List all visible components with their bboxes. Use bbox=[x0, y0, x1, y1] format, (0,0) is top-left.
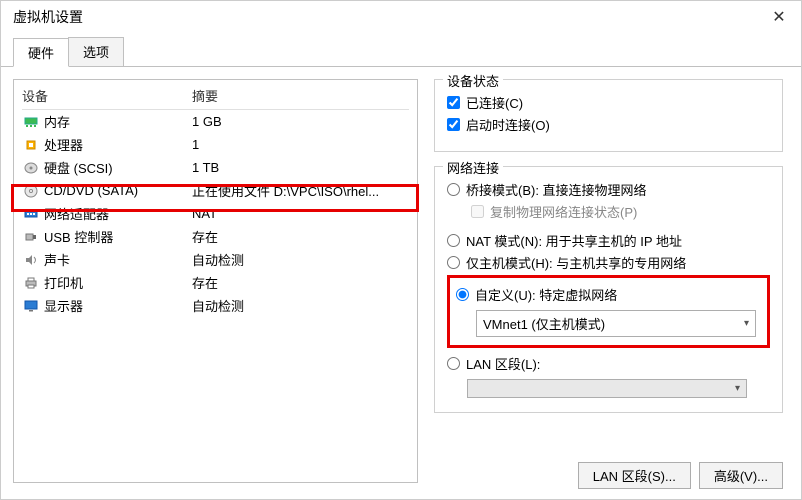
network-connection-caption: 网络连接 bbox=[443, 158, 503, 177]
dialog-body: 设备 摘要 内存1 GB处理器1硬盘 (SCSI)1 TBCD/DVD (SAT… bbox=[1, 67, 801, 495]
chevron-down-icon: ▾ bbox=[744, 318, 749, 329]
replicate-checkbox: 复制物理网络连接状态(P) bbox=[471, 202, 770, 221]
device-summary: 1 TB bbox=[192, 160, 409, 175]
cd-icon bbox=[22, 183, 40, 199]
device-summary: 1 bbox=[192, 137, 409, 152]
device-status-group: 设备状态 已连接(C) 启动时连接(O) bbox=[434, 79, 783, 152]
nat-radio[interactable]: NAT 模式(N): 用于共享主机的 IP 地址 bbox=[447, 231, 770, 250]
device-row-printer[interactable]: 打印机存在 bbox=[22, 271, 409, 294]
tab-strip: 硬件 选项 bbox=[1, 37, 801, 67]
net-icon bbox=[22, 206, 40, 222]
device-row-sound[interactable]: 声卡自动检测 bbox=[22, 248, 409, 271]
window-title: 虚拟机设置 bbox=[13, 7, 83, 27]
connect-on-start-check-input[interactable] bbox=[447, 118, 460, 131]
col-device-header: 设备 bbox=[22, 86, 192, 105]
lanseg-radio-input[interactable] bbox=[447, 357, 460, 370]
device-summary: 自动检测 bbox=[192, 250, 409, 269]
lanseg-radio[interactable]: LAN 区段(L): bbox=[447, 354, 770, 373]
device-name: 显示器 bbox=[44, 296, 192, 315]
device-summary: 正在使用文件 D:\VPC\ISO\rhel... bbox=[192, 181, 409, 200]
device-status-caption: 设备状态 bbox=[443, 71, 503, 90]
device-name: 打印机 bbox=[44, 273, 192, 292]
usb-icon bbox=[22, 229, 40, 245]
footer-buttons: LAN 区段(S)... 高级(V)... bbox=[578, 462, 783, 489]
custom-network-dropdown[interactable]: VMnet1 (仅主机模式) ▾ bbox=[476, 310, 756, 337]
device-name: 网络适配器 bbox=[44, 204, 192, 223]
advanced-button[interactable]: 高级(V)... bbox=[699, 462, 783, 489]
device-row-memory[interactable]: 内存1 GB bbox=[22, 110, 409, 133]
network-connection-group: 网络连接 桥接模式(B): 直接连接物理网络 复制物理网络连接状态(P) NAT… bbox=[434, 166, 783, 413]
bridged-label: 桥接模式(B): 直接连接物理网络 bbox=[466, 180, 647, 199]
lan-segments-button[interactable]: LAN 区段(S)... bbox=[578, 462, 691, 489]
device-name: 内存 bbox=[44, 112, 192, 131]
sound-icon bbox=[22, 252, 40, 268]
device-summary: 存在 bbox=[192, 227, 409, 246]
titlebar: 虚拟机设置 ✕ bbox=[1, 1, 801, 33]
tab-hardware[interactable]: 硬件 bbox=[13, 38, 69, 67]
bridged-radio-input[interactable] bbox=[447, 183, 460, 196]
connected-label: 已连接(C) bbox=[466, 93, 523, 112]
device-row-cd[interactable]: CD/DVD (SATA)正在使用文件 D:\VPC\ISO\rhel... bbox=[22, 179, 409, 202]
replicate-label: 复制物理网络连接状态(P) bbox=[490, 202, 637, 221]
device-name: USB 控制器 bbox=[44, 227, 192, 246]
device-name: CD/DVD (SATA) bbox=[44, 183, 192, 198]
hostonly-label: 仅主机模式(H): 与主机共享的专用网络 bbox=[466, 253, 686, 272]
nat-label: NAT 模式(N): 用于共享主机的 IP 地址 bbox=[466, 231, 682, 250]
device-name: 处理器 bbox=[44, 135, 192, 154]
lanseg-label: LAN 区段(L): bbox=[466, 354, 540, 373]
device-row-cpu[interactable]: 处理器1 bbox=[22, 133, 409, 156]
device-name: 硬盘 (SCSI) bbox=[44, 158, 192, 177]
device-summary: 自动检测 bbox=[192, 296, 409, 315]
device-list: 设备 摘要 内存1 GB处理器1硬盘 (SCSI)1 TBCD/DVD (SAT… bbox=[13, 79, 418, 483]
memory-icon bbox=[22, 114, 40, 130]
settings-pane: 设备状态 已连接(C) 启动时连接(O) 网络连接 桥接模式(B): 直接连接物… bbox=[434, 79, 789, 483]
hdd-icon bbox=[22, 160, 40, 176]
nat-radio-input[interactable] bbox=[447, 234, 460, 247]
close-icon[interactable]: ✕ bbox=[757, 7, 801, 27]
cpu-icon bbox=[22, 137, 40, 153]
lanseg-dropdown: ▾ bbox=[467, 379, 747, 398]
replicate-check-input bbox=[471, 205, 484, 218]
device-name: 声卡 bbox=[44, 250, 192, 269]
bridged-radio[interactable]: 桥接模式(B): 直接连接物理网络 bbox=[447, 180, 770, 199]
device-summary: 1 GB bbox=[192, 114, 409, 129]
connected-check-input[interactable] bbox=[447, 96, 460, 109]
device-summary: 存在 bbox=[192, 273, 409, 292]
custom-radio-input[interactable] bbox=[456, 288, 469, 301]
connect-on-start-label: 启动时连接(O) bbox=[466, 115, 550, 134]
device-list-header: 设备 摘要 bbox=[22, 86, 409, 110]
device-row-net[interactable]: 网络适配器NAT bbox=[22, 202, 409, 225]
hostonly-radio-input[interactable] bbox=[447, 256, 460, 269]
custom-radio[interactable]: 自定义(U): 特定虚拟网络 bbox=[456, 285, 761, 304]
custom-label: 自定义(U): 特定虚拟网络 bbox=[475, 285, 617, 304]
connected-checkbox[interactable]: 已连接(C) bbox=[447, 93, 770, 112]
hostonly-radio[interactable]: 仅主机模式(H): 与主机共享的专用网络 bbox=[447, 253, 770, 272]
device-row-hdd[interactable]: 硬盘 (SCSI)1 TB bbox=[22, 156, 409, 179]
custom-network-value: VMnet1 (仅主机模式) bbox=[483, 314, 605, 333]
vm-settings-window: 虚拟机设置 ✕ 硬件 选项 设备 摘要 内存1 GB处理器1硬盘 (SCSI)1… bbox=[0, 0, 802, 500]
display-icon bbox=[22, 298, 40, 314]
device-summary: NAT bbox=[192, 206, 409, 221]
device-row-display[interactable]: 显示器自动检测 bbox=[22, 294, 409, 317]
tab-options[interactable]: 选项 bbox=[68, 37, 124, 66]
highlight-custom-section: 自定义(U): 特定虚拟网络 VMnet1 (仅主机模式) ▾ bbox=[447, 275, 770, 348]
col-summary-header: 摘要 bbox=[192, 86, 409, 105]
chevron-down-icon: ▾ bbox=[735, 383, 740, 394]
printer-icon bbox=[22, 275, 40, 291]
device-row-usb[interactable]: USB 控制器存在 bbox=[22, 225, 409, 248]
connect-on-start-checkbox[interactable]: 启动时连接(O) bbox=[447, 115, 770, 134]
